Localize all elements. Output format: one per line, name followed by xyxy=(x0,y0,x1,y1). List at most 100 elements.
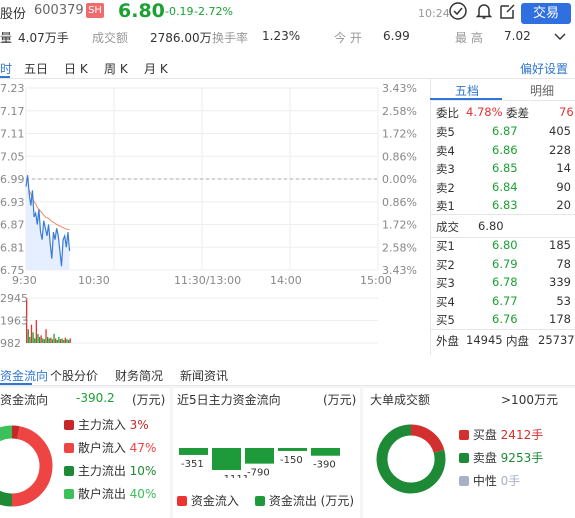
y-tick-label: 6.99 xyxy=(0,173,25,186)
volume-bar xyxy=(37,333,39,343)
bid-level: 买1 xyxy=(436,239,455,253)
legend-unit: (万元) xyxy=(320,494,355,508)
flow-bar xyxy=(212,448,241,470)
ask-level: 卖5 xyxy=(436,125,455,139)
y-tick-label: 7.05 xyxy=(0,150,25,163)
tab-news[interactable]: 新闻资讯 xyxy=(180,367,228,384)
volume-bar xyxy=(61,338,63,343)
legend-swatch xyxy=(459,476,469,486)
current-price: 6.80 xyxy=(118,0,165,22)
bar-label: -390 xyxy=(313,460,336,471)
bid-row: 买3 6.78 339 xyxy=(436,275,575,293)
preference-link[interactable]: 偏好设置 xyxy=(520,60,568,77)
legend-label: 资金流出 xyxy=(268,494,317,508)
legend-label: 卖盘 xyxy=(472,451,497,465)
volume-tick-label: 982 xyxy=(0,337,21,350)
legend-swatch xyxy=(64,489,74,499)
y-tick-label: 7.17 xyxy=(0,105,25,118)
ask-price: 6.84 xyxy=(492,179,518,194)
tab-details[interactable]: 明细 xyxy=(530,82,554,99)
check-circle-icon[interactable] xyxy=(448,1,468,21)
intraday-chart[interactable]: 7.237.177.117.056.996.936.876.816.753.43… xyxy=(0,78,430,355)
volume-bar xyxy=(56,339,58,343)
high-label: 最 高 xyxy=(455,31,483,45)
stock-code: 600379 xyxy=(34,3,84,18)
big-legend-item: 买盘 2412手 xyxy=(459,426,543,443)
high-value: 7.02 xyxy=(504,29,531,43)
capital-flow-unit: (万元) xyxy=(132,393,166,407)
volume-bar xyxy=(67,339,70,343)
legend-value: 9253手 xyxy=(500,451,544,465)
divider xyxy=(430,100,575,101)
volume-bar xyxy=(30,324,33,343)
ask-level: 卖4 xyxy=(436,143,455,158)
volume-label: 量 xyxy=(0,31,13,45)
trade-button[interactable]: 交易 xyxy=(521,3,571,24)
legend-swatch xyxy=(255,496,265,506)
capital-flow-value: -390.2 xyxy=(76,391,115,405)
bid-volume: 185 xyxy=(549,238,571,252)
tab-five-day[interactable]: 五日 xyxy=(24,60,48,77)
turnover-value: 2786.00万 xyxy=(150,31,212,45)
tab-five-levels[interactable]: 五档 xyxy=(455,82,479,99)
tab-financials[interactable]: 财务简况 xyxy=(115,367,163,384)
legend-outflow: 资金流出 (万元) xyxy=(255,492,354,509)
open-value: 6.99 xyxy=(383,29,410,43)
turnover-label: 成交额 xyxy=(92,31,129,45)
bid-price: 6.76 xyxy=(492,312,518,326)
capital-flow-donut xyxy=(0,425,53,507)
y-pct-tick-label: 2.58% xyxy=(382,105,417,118)
tab-capital-flow[interactable]: 资金流向 xyxy=(0,367,48,384)
tab-price-distribution[interactable]: 个股分价 xyxy=(50,367,98,384)
big-order-donut xyxy=(376,424,446,494)
five-day-bar-chart: -351 -1111-790 -150 -390 xyxy=(179,448,340,478)
tab-intraday[interactable]: 时 xyxy=(0,60,12,77)
ask-row: 卖2 6.84 90 xyxy=(436,180,575,198)
tab-daily-k[interactable]: 日 K xyxy=(64,60,88,77)
volume-bar xyxy=(34,338,36,343)
volume-bar xyxy=(43,339,46,343)
divider xyxy=(430,78,431,355)
donut-slice xyxy=(0,425,13,442)
bar-label: -790 xyxy=(247,468,270,478)
tab-monthly-k[interactable]: 月 K xyxy=(144,60,168,77)
bid-volume: 78 xyxy=(556,256,571,271)
tab-weekly-k[interactable]: 周 K xyxy=(104,60,128,77)
stock-name: 股份 xyxy=(0,7,27,22)
bid-price: 6.78 xyxy=(492,275,518,289)
flow-legend-item: 主力流出 10% xyxy=(64,462,156,479)
ask-volume: 20 xyxy=(556,198,571,212)
y-pct-tick-label: 2.58% xyxy=(382,241,417,254)
x-tick-label: 11:30/13:00 xyxy=(174,274,241,287)
bar-label: -351 xyxy=(181,459,204,470)
volume-bar xyxy=(50,337,52,343)
flow-bar xyxy=(179,448,208,455)
edit-icon[interactable] xyxy=(498,1,518,21)
legend-swatch xyxy=(64,443,74,453)
chevron-down-icon[interactable] xyxy=(554,32,566,42)
price-area xyxy=(26,175,70,270)
price-change-pct: -2.72% xyxy=(194,5,233,18)
capital-flow-title: 资金流向 xyxy=(0,393,49,407)
turnover-rate-label: 换手率 xyxy=(212,31,249,45)
bid-price: 6.79 xyxy=(492,256,518,271)
bid-volume: 339 xyxy=(549,275,571,289)
big-legend-item: 卖盘 9253手 xyxy=(459,449,543,466)
ask-volume: 90 xyxy=(556,179,571,194)
legend-value: 0手 xyxy=(500,474,521,488)
legend-swatch xyxy=(459,430,469,440)
ask-price: 6.83 xyxy=(492,198,518,212)
volume-tick-label: 1963 xyxy=(0,315,28,328)
outer-label: 外盘 xyxy=(436,334,459,348)
bid-row: 买5 6.76 178 xyxy=(436,312,575,330)
y-pct-tick-label: 0.86% xyxy=(382,150,417,163)
legend-swatch xyxy=(64,466,74,476)
legend-value: 2412手 xyxy=(500,428,544,442)
y-tick-label: 6.87 xyxy=(0,219,25,232)
volume-bar xyxy=(35,320,37,343)
bid-volume: 53 xyxy=(556,293,571,308)
y-tick-label: 6.93 xyxy=(0,196,25,209)
volume-bar xyxy=(51,339,54,343)
bell-icon[interactable] xyxy=(474,1,494,21)
flow-legend-item: 散户流出 40% xyxy=(64,485,156,502)
